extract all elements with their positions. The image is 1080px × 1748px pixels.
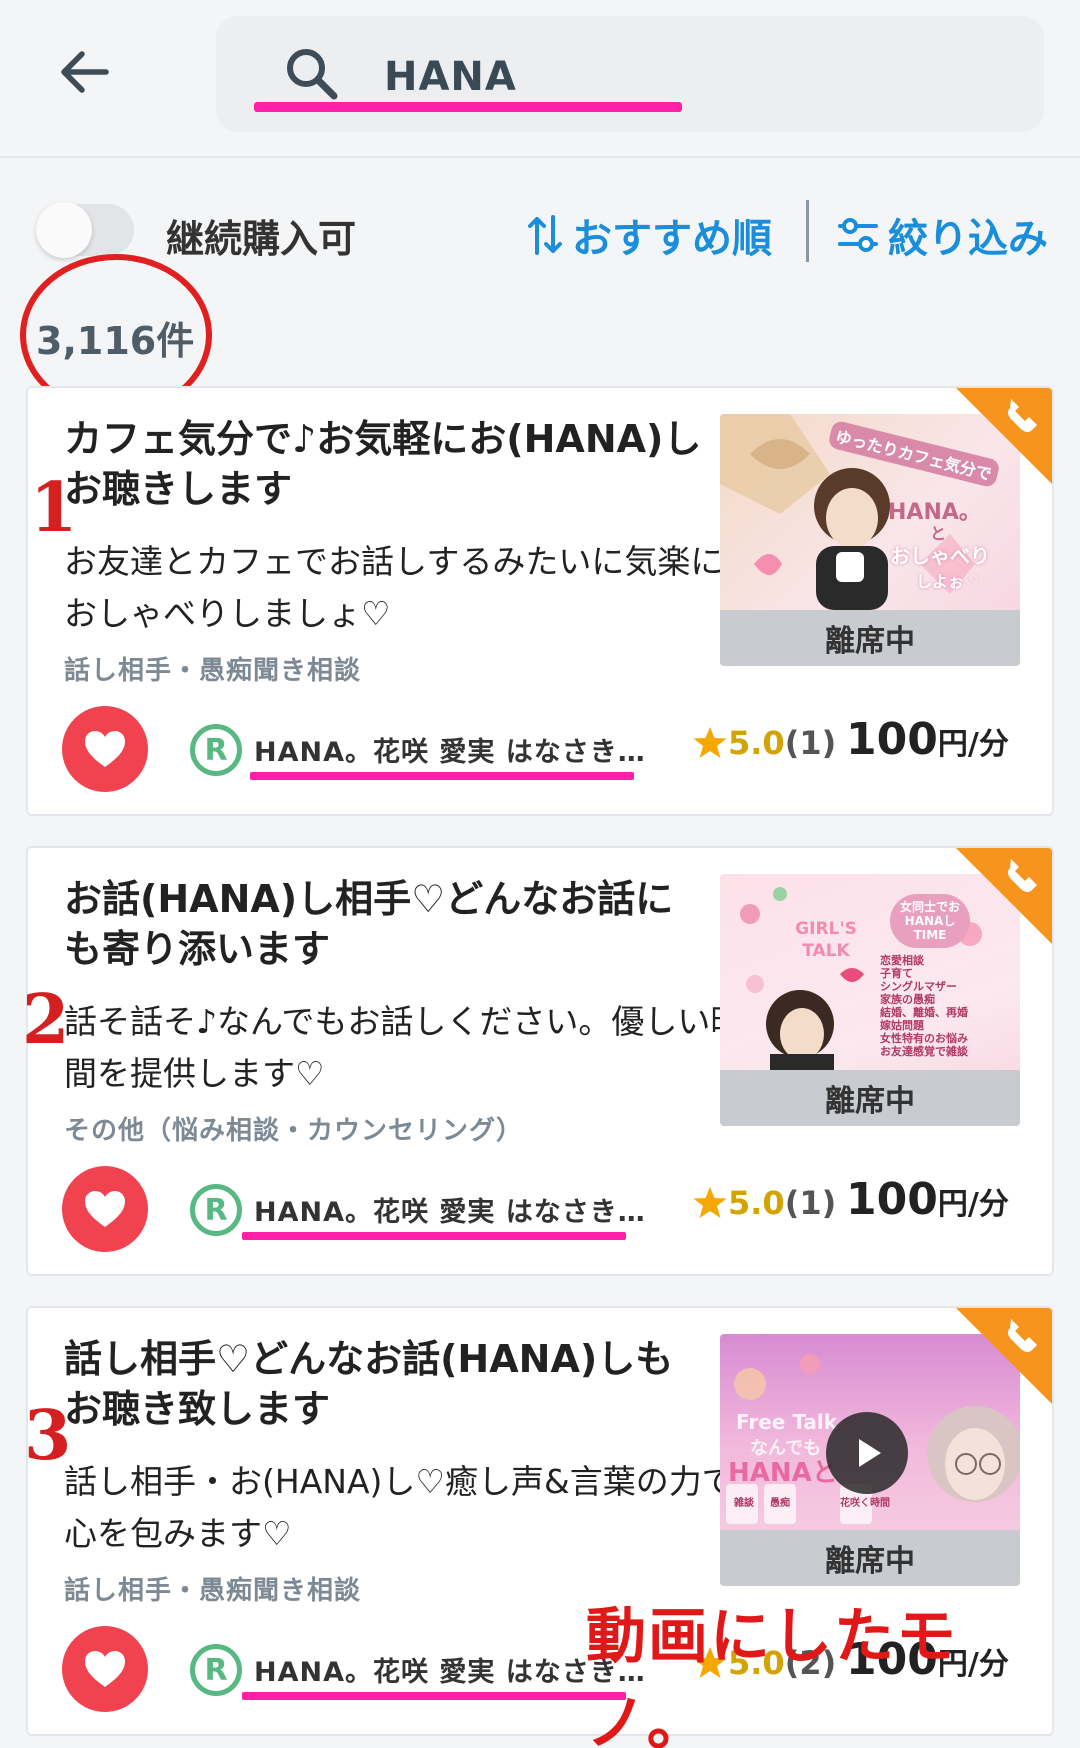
video-caption-annotation: 動画にしたモノ。: [586, 1602, 958, 1748]
rating: 5.0 (1): [692, 1184, 836, 1222]
heart-icon: [85, 1651, 125, 1687]
annotation-number: 3: [24, 1396, 72, 1476]
app-header: HANA: [0, 0, 1080, 158]
rating-score: 5.0: [728, 724, 785, 762]
thumbnail-list: 恋愛相談 子育て シングルマザー 家族の愚痴 結婚、離婚、再婚 嫁姑問題 女性特…: [880, 954, 968, 1058]
thumbnail-list-item: 嫁姑問題: [880, 1019, 924, 1032]
highlight-underline: [242, 1232, 626, 1240]
listing-card[interactable]: お話(HANA)し相手♡どんなお話にも寄り添います 話そ話そ♪なんでもお話しくだ…: [26, 846, 1054, 1276]
sort-button[interactable]: おすすめ順: [528, 206, 772, 264]
star-icon: [693, 727, 727, 758]
listing-category: 話し相手・愚痴聞き相談: [64, 1576, 362, 1606]
sliders-icon: [838, 218, 878, 252]
search-icon: [287, 49, 338, 100]
seller-name[interactable]: HANA。花咲 愛実 はなさき…: [254, 1190, 646, 1229]
thumbnail-caption: GIRL'S TALK: [795, 919, 857, 961]
listing-description: お友達とカフェでお話しするみたいに気楽におしゃべりしましょ♡: [64, 542, 724, 633]
phone-badge-icon: [956, 388, 1052, 484]
annotation-number: 2: [22, 980, 70, 1060]
listing-title[interactable]: 話し相手♡どんなお話(HANA)しもお聴き致します: [64, 1334, 704, 1434]
sort-label: おすすめ順: [572, 216, 772, 262]
thumbnail-list-item: 結婚、離婚、再婚: [880, 1006, 968, 1019]
like-button[interactable]: [62, 706, 148, 792]
back-button[interactable]: [52, 40, 116, 104]
thumbnail-caption: おしゃべり: [890, 544, 990, 568]
annotation-number: 1: [30, 468, 78, 548]
listing-card[interactable]: カフェ気分で♪お気軽にお(HANA)しお聴きします お友達とカフェでお話しするみ…: [26, 386, 1054, 816]
r-badge-icon: R: [190, 724, 242, 776]
listing-title[interactable]: カフェ気分で♪お気軽にお(HANA)しお聴きします: [64, 414, 704, 514]
highlight-underline: [254, 102, 682, 112]
thumbnail-caption: Free Talk: [736, 1410, 838, 1434]
listing-title[interactable]: お話(HANA)し相手♡どんなお話にも寄り添います: [64, 874, 704, 974]
listing-description: 話し相手・お(HANA)し♡癒し声&言葉の力で心を包みます♡: [64, 1462, 735, 1553]
price-unit: 円/分: [937, 727, 1009, 762]
search-input[interactable]: HANA: [384, 54, 517, 100]
arrow-left-icon: [61, 51, 109, 93]
filter-label: 絞り込み: [888, 216, 1048, 262]
toggle-label: 継続購入可: [166, 217, 357, 261]
thumbnail-list-item: 女性特有のお悩み: [880, 1032, 968, 1045]
rating-score: 5.0: [728, 1184, 785, 1222]
thumbnail-list-item: お友達感覚で雑談: [880, 1045, 968, 1058]
status-label: 離席中: [720, 610, 1020, 666]
phone-badge-icon: [956, 1308, 1052, 1404]
listing-category: 話し相手・愚痴聞き相談: [64, 656, 362, 686]
divider: [806, 200, 809, 262]
thumbnail-list-item: 家族の愚痴: [880, 993, 935, 1006]
star-icon: [693, 1187, 727, 1218]
seller-name[interactable]: HANA。花咲 愛実 はなさき…: [254, 730, 646, 769]
r-badge-icon: R: [190, 1644, 242, 1696]
thumbnail-caption: 雑談: [734, 1498, 754, 1509]
listing-description: 話そ話そ♪なんでもお話しください。優しい時間を提供します♡: [64, 1002, 744, 1093]
play-icon: [859, 1439, 881, 1467]
heart-icon: [85, 1191, 125, 1227]
price: 100円/分: [846, 1174, 1009, 1225]
r-badge-icon: R: [190, 1184, 242, 1236]
thumbnail-list-item: シングルマザー: [880, 980, 957, 993]
status-label: 離席中: [720, 1070, 1020, 1126]
thumbnail-caption: HANAと: [728, 1458, 838, 1488]
highlight-underline: [242, 1692, 626, 1700]
phone-badge-icon: [956, 848, 1052, 944]
thumbnail-list-item: 子育て: [880, 967, 913, 980]
thumbnail-caption: 愚痴: [770, 1498, 790, 1509]
thumbnail-list-item: 恋愛相談: [880, 954, 924, 967]
price: 100円/分: [846, 714, 1009, 765]
search-box[interactable]: HANA: [216, 16, 1044, 132]
rating-count: (1): [784, 1184, 837, 1222]
thumbnail-caption: しよぉ♡: [916, 572, 979, 591]
highlight-underline: [250, 772, 634, 780]
play-button[interactable]: [826, 1412, 908, 1494]
continuous-purchase-toggle[interactable]: [36, 202, 134, 258]
status-label: 離席中: [720, 1530, 1020, 1586]
toggle-knob: [36, 202, 92, 258]
price-value: 100: [846, 1174, 938, 1225]
price-unit: 円/分: [937, 1187, 1009, 1222]
listing-category: その他（悩み相談・カウンセリング）: [64, 1116, 524, 1146]
thumbnail-caption: 花咲く時間: [840, 1498, 890, 1509]
rating: 5.0 (1): [692, 724, 836, 762]
like-button[interactable]: [62, 1166, 148, 1252]
sort-arrows-icon: [528, 215, 562, 255]
price-value: 100: [846, 714, 938, 765]
like-button[interactable]: [62, 1626, 148, 1712]
filter-button[interactable]: 絞り込み: [836, 206, 1048, 264]
rating-count: (1): [784, 724, 837, 762]
heart-icon: [85, 731, 125, 767]
